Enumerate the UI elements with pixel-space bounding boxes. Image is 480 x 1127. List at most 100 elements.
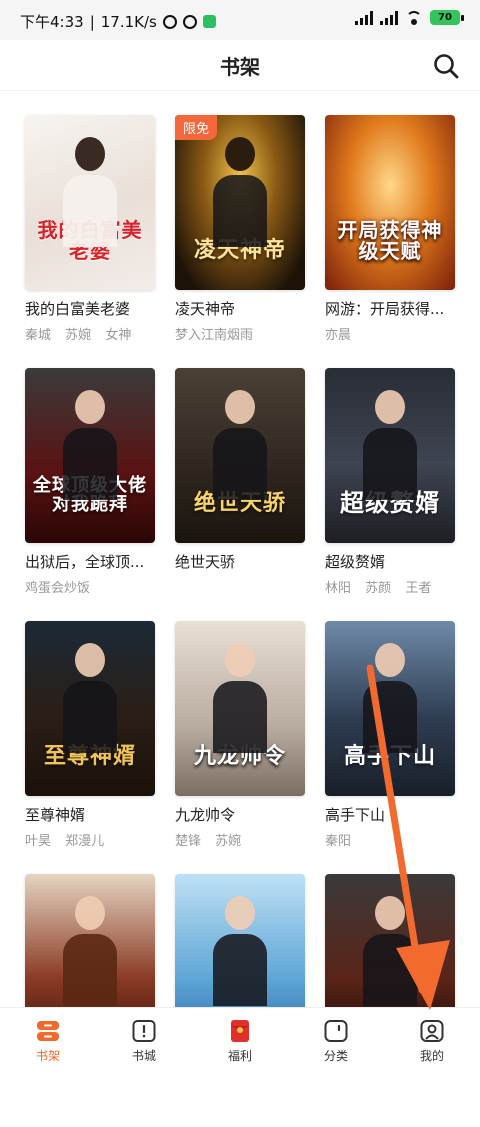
cover-illustration — [213, 137, 267, 247]
book-item[interactable]: 我的白富美老婆 我的白富美老婆 秦城 苏婉 女神 — [25, 115, 155, 368]
book-name: 出狱后，全球顶... — [25, 553, 145, 571]
bottom-tab-bar: 书架 书城 福利 分类 我的 — [0, 1007, 480, 1068]
book-name: 至尊神婿 — [25, 806, 86, 824]
book-name: 绝世天骄 — [175, 553, 236, 571]
tab-label: 书架 — [35, 1049, 60, 1063]
book-item[interactable]: 九龙帅令 九龙帅令 楚锋 苏婉 — [175, 621, 305, 874]
book-tag: 苏颜 — [365, 581, 392, 596]
book-cover[interactable]: 限免 凌天神帝 — [175, 115, 305, 290]
tab-label: 我的 — [419, 1049, 444, 1063]
cover-illustration — [63, 643, 117, 753]
bookshelf-icon — [37, 1021, 59, 1041]
book-item[interactable]: 全球顶级大佬对我跪拜 出狱后，全球顶... 鸡蛋会炒饭 — [25, 368, 155, 621]
book-cover[interactable]: 超级赘婿 — [325, 368, 455, 543]
search-button[interactable] — [432, 52, 460, 80]
book-tag: 苏婉 — [215, 834, 242, 849]
tab-bookshelf[interactable]: 书架 — [0, 1008, 96, 1068]
book-name: 高手下山 — [325, 806, 386, 824]
tab-category[interactable]: 分类 — [288, 1008, 384, 1068]
tab-bookstore[interactable]: 书城 — [96, 1008, 192, 1068]
cover-illustration — [63, 137, 117, 247]
status-bar: 下午4:33 | 17.1K/s 70 — [0, 0, 480, 40]
cover-illustration — [363, 390, 417, 500]
book-item[interactable]: 至尊神婿 至尊神婿 叶昊 郑漫儿 — [25, 621, 155, 874]
book-cover[interactable]: 全球顶级大佬对我跪拜 — [25, 368, 155, 543]
status-left: 下午4:33 | 17.1K/s — [20, 11, 216, 32]
book-tags: 秦城 苏婉 女神 — [25, 324, 155, 343]
tab-label: 分类 — [323, 1049, 348, 1063]
book-item[interactable]: 绝世天骄 绝世天骄 — [175, 368, 305, 621]
book-tag: 林阳 — [325, 581, 352, 596]
book-name: 九龙帅令 — [175, 806, 236, 824]
book-item[interactable] — [25, 874, 155, 1127]
book-item[interactable]: 超级赘婿 超级赘婿 林阳 苏颜 王者 — [325, 368, 455, 621]
header: 书架 — [0, 40, 480, 91]
book-tags: 梦入江南烟雨 — [175, 324, 305, 343]
book-name: 我的白富美老婆 — [25, 300, 131, 318]
book-tags: 亦晨 — [325, 324, 455, 343]
red-packet-icon — [231, 1020, 249, 1042]
battery-level: 70 — [438, 12, 452, 23]
category-icon — [324, 1020, 348, 1042]
bookshelf-grid: 我的白富美老婆 我的白富美老婆 秦城 苏婉 女神 限免 凌天神帝 凌天神帝 梦入… — [25, 115, 465, 1127]
tab-welfare[interactable]: 福利 — [192, 1008, 288, 1068]
battery-icon: 70 — [430, 10, 464, 25]
status-right: 70 — [355, 10, 464, 25]
cover-illustration — [363, 643, 417, 753]
alarm-icon — [182, 14, 197, 29]
book-tags: 叶昊 郑漫儿 — [25, 830, 155, 849]
book-item[interactable] — [325, 874, 455, 1127]
tab-label: 书城 — [131, 1049, 156, 1063]
book-tag: 楚锋 — [175, 834, 202, 849]
book-tag: 王者 — [405, 581, 432, 596]
wifi-icon — [405, 10, 423, 25]
book-tag: 秦阳 — [325, 834, 352, 849]
book-tag: 女神 — [105, 328, 132, 343]
book-cover[interactable]: 绝世天骄 — [175, 368, 305, 543]
signal-icon — [355, 10, 373, 25]
book-tags: 楚锋 苏婉 — [175, 830, 305, 849]
bookstore-icon — [132, 1020, 156, 1042]
cover-illustration — [213, 390, 267, 500]
book-tags: 鸡蛋会炒饭 — [25, 577, 155, 596]
tab-label: 福利 — [227, 1049, 252, 1063]
app-notification-icon — [202, 15, 216, 28]
book-tag: 鸡蛋会炒饭 — [25, 581, 91, 596]
book-tags: 林阳 苏颜 王者 — [325, 577, 455, 596]
book-tags: 秦阳 — [325, 830, 455, 849]
cover-illustration — [213, 643, 267, 753]
cover-title: 开局获得神级天赋 — [337, 218, 443, 263]
book-item[interactable] — [175, 874, 305, 1127]
book-name: 超级赘婿 — [325, 553, 386, 571]
book-tag: 叶昊 — [25, 834, 52, 849]
book-cover[interactable]: 至尊神婿 — [25, 621, 155, 796]
free-badge: 限免 — [175, 115, 218, 140]
book-tag: 郑漫儿 — [65, 834, 105, 849]
cover-illustration — [63, 390, 117, 500]
book-cover[interactable]: 我的白富美老婆 — [25, 115, 155, 290]
book-tag: 秦城 — [25, 328, 52, 343]
book-item[interactable]: 开局获得神级天赋 网游：开局获得... 亦晨 — [325, 115, 455, 368]
tab-profile[interactable]: 我的 — [384, 1008, 480, 1068]
signal-icon-2 — [380, 10, 398, 25]
cover-illustration — [363, 896, 417, 1006]
profile-icon — [420, 1020, 444, 1042]
book-item[interactable]: 高手下山 高手下山 秦阳 — [325, 621, 455, 874]
book-tag: 亦晨 — [325, 328, 352, 343]
status-net-speed: 17.1K/s — [100, 12, 157, 31]
status-separator: | — [89, 12, 95, 31]
book-item[interactable]: 限免 凌天神帝 凌天神帝 梦入江南烟雨 — [175, 115, 305, 368]
book-tag: 苏婉 — [65, 328, 92, 343]
page-title: 书架 — [220, 54, 260, 79]
search-icon — [434, 54, 459, 79]
cover-illustration — [213, 896, 267, 1006]
book-cover[interactable]: 九龙帅令 — [175, 621, 305, 796]
mute-icon — [162, 14, 177, 29]
book-name: 凌天神帝 — [175, 300, 236, 318]
book-cover[interactable]: 高手下山 — [325, 621, 455, 796]
status-time: 下午4:33 — [20, 13, 84, 31]
book-name: 网游：开局获得... — [325, 300, 445, 318]
book-cover[interactable]: 开局获得神级天赋 — [325, 115, 455, 290]
book-tag: 梦入江南烟雨 — [175, 328, 254, 343]
cover-illustration — [63, 896, 117, 1006]
